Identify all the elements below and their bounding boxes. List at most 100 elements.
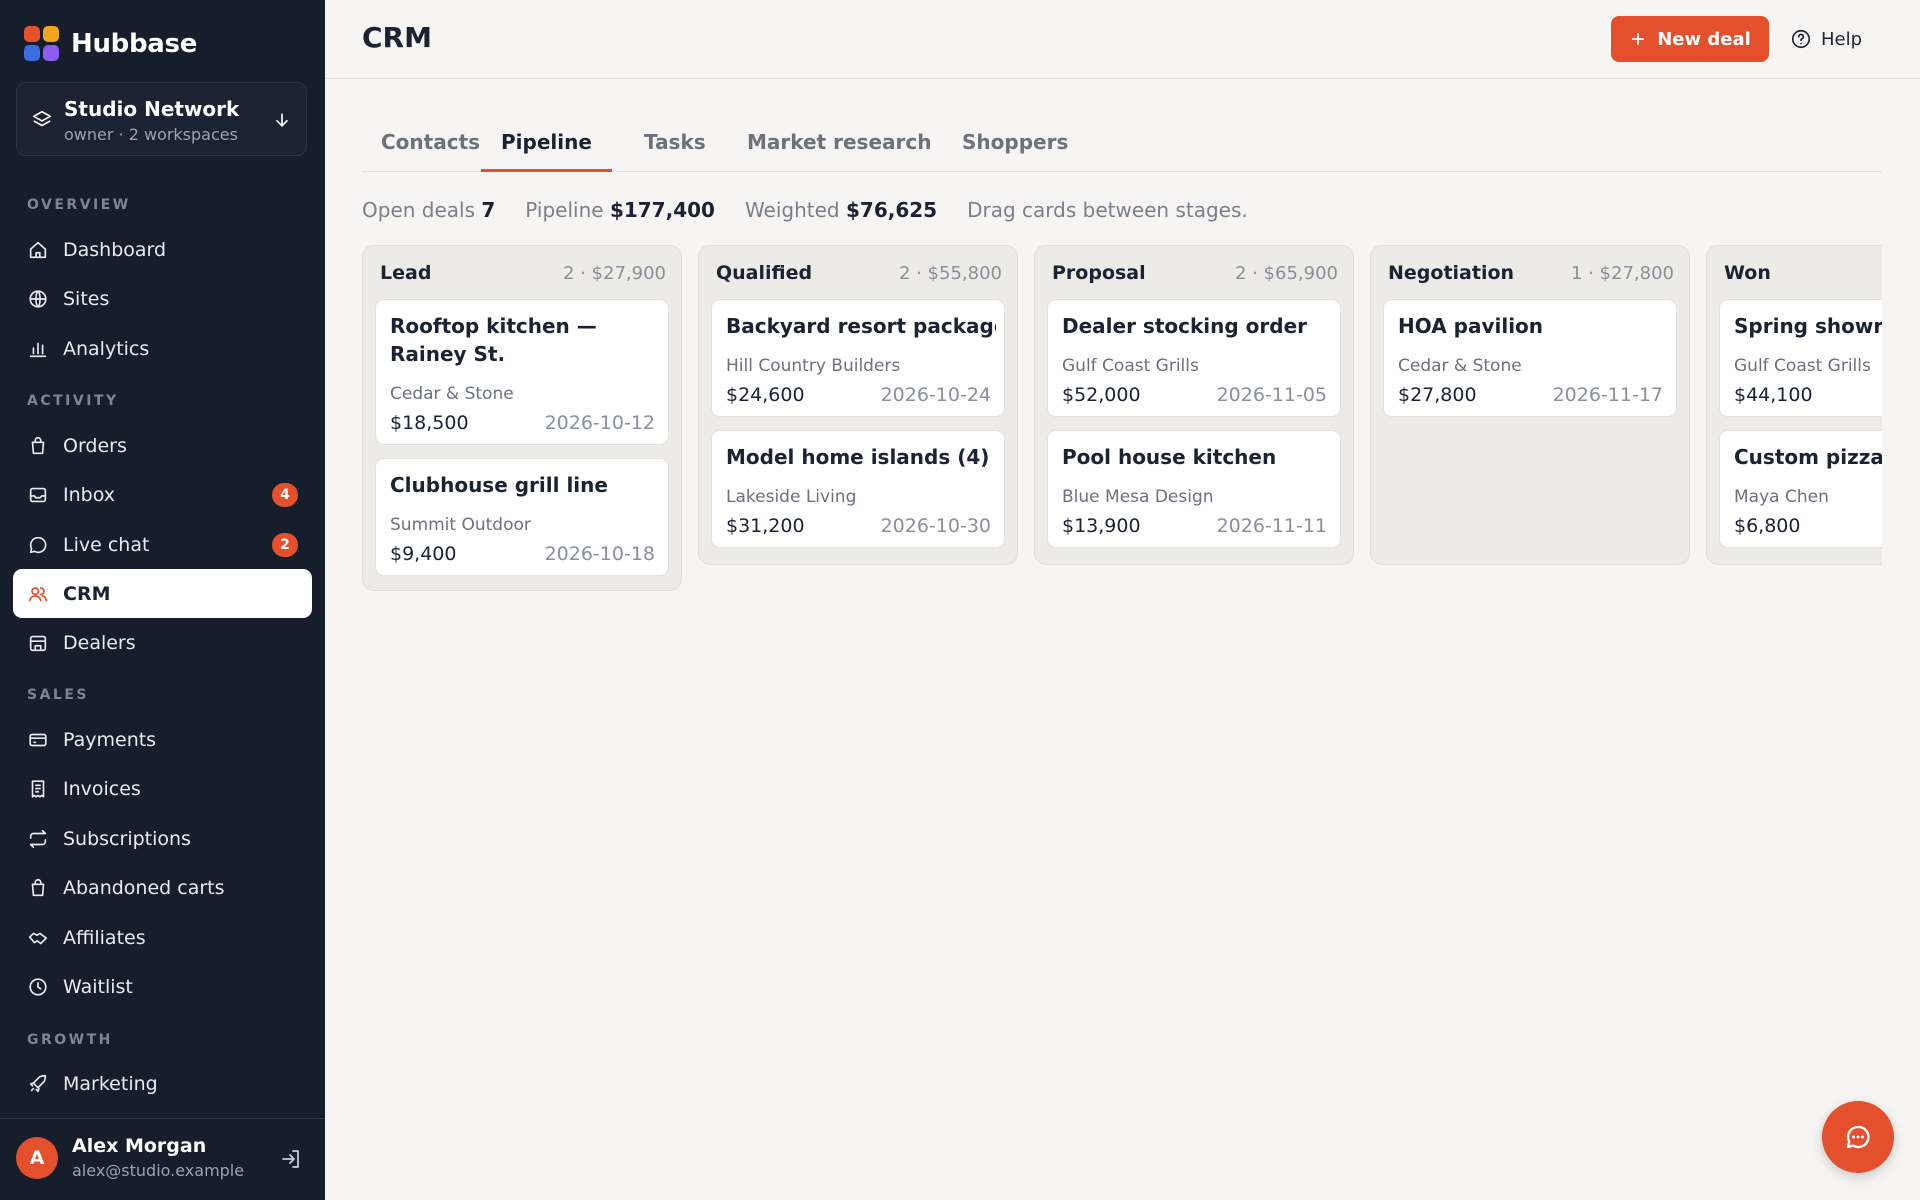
- clock-icon: [27, 976, 49, 998]
- stage-summary: 2 · $55,800: [898, 263, 1002, 284]
- deal-date: 2026-10-12: [544, 412, 655, 434]
- pipeline-value: $177,400: [609, 198, 715, 222]
- tab-tasks[interactable]: Tasks: [644, 118, 706, 172]
- nav-section-growth: GROWTH: [27, 1032, 113, 1048]
- deal-company: Cedar & Stone: [390, 384, 514, 404]
- shopping-bag-icon: [27, 877, 49, 899]
- brand-logo-icon: [24, 26, 59, 61]
- help-button[interactable]: Help: [1790, 24, 1862, 54]
- deal-company: Cedar & Stone: [1398, 356, 1522, 376]
- sidebar-item-label: Dashboard: [63, 238, 167, 261]
- deal-value: $18,500: [390, 412, 469, 434]
- sidebar-item-affiliates[interactable]: Affiliates: [13, 913, 312, 962]
- chat-bubble-icon: [1846, 1125, 1870, 1149]
- workspace-subtitle: owner · 2 workspaces: [64, 125, 238, 144]
- help-label: Help: [1821, 28, 1863, 50]
- sidebar-item-dealers[interactable]: Dealers: [13, 618, 312, 667]
- deal-value: $6,800: [1734, 515, 1801, 537]
- deal-title: Pool house kitchen: [1062, 445, 1277, 469]
- arrow-down-icon: [276, 113, 288, 128]
- deal-title: Backyard resort package: [726, 314, 996, 338]
- layers-icon: [32, 110, 52, 127]
- weighted-label: Weighted: [744, 198, 840, 222]
- sidebar-item-inbox[interactable]: Inbox 4: [13, 470, 312, 519]
- user-email: alex@studio.example: [72, 1161, 245, 1180]
- tab-pipeline[interactable]: Pipeline: [481, 118, 612, 172]
- avatar[interactable]: A: [16, 1137, 58, 1179]
- workspace-switcher[interactable]: Studio Network owner · 2 workspaces: [16, 82, 307, 156]
- tab-shoppers[interactable]: Shoppers: [962, 118, 1068, 172]
- new-deal-button[interactable]: New deal: [1611, 16, 1769, 62]
- deal-card[interactable]: Backyard resort package Hill Country Bui…: [711, 299, 1005, 417]
- workspace-name: Studio Network: [64, 97, 240, 121]
- stage-column-lead: Lead 2 · $27,900 Rooftop kitchen — Raine…: [362, 245, 682, 591]
- deal-title: Custom pizza s: [1734, 445, 1882, 469]
- sidebar-item-label: Sites: [63, 287, 110, 310]
- deal-card[interactable]: Pool house kitchen Blue Mesa Design $13,…: [1047, 430, 1341, 548]
- sidebar-item-label: CRM: [63, 582, 111, 605]
- open-deals-stat: Open deals 7: [362, 198, 495, 222]
- pipeline-total-stat: Pipeline $177,400: [525, 198, 715, 222]
- deal-title: Model home islands (4): [726, 445, 990, 469]
- sidebar-item-invoices[interactable]: Invoices: [13, 764, 312, 813]
- deal-card[interactable]: Clubhouse grill line Summit Outdoor $9,4…: [375, 458, 669, 576]
- nav-section-overview: OVERVIEW: [27, 197, 131, 213]
- deal-company: Lakeside Living: [726, 487, 857, 507]
- sidebar-item-orders[interactable]: Orders: [13, 421, 312, 470]
- deal-company: Summit Outdoor: [390, 515, 531, 535]
- sidebar-item-label: Waitlist: [63, 975, 133, 998]
- sidebar-item-label: Affiliates: [63, 926, 146, 949]
- deal-card[interactable]: Model home islands (4) Lakeside Living $…: [711, 430, 1005, 548]
- inbox-icon: [27, 484, 49, 506]
- brand[interactable]: Hubbase: [24, 26, 197, 61]
- sidebar-item-waitlist[interactable]: Waitlist: [13, 962, 312, 1011]
- deal-value: $52,000: [1062, 384, 1141, 406]
- user-name: Alex Morgan: [72, 1135, 207, 1157]
- chat-launcher-button[interactable]: [1822, 1101, 1894, 1173]
- sidebar-item-crm[interactable]: CRM: [13, 569, 312, 618]
- stage-name: Negotiation: [1388, 262, 1515, 284]
- weighted-value: $76,625: [846, 198, 938, 222]
- deal-company: Maya Chen: [1734, 487, 1829, 507]
- deal-date: 2026-11-05: [1216, 384, 1327, 406]
- page-title: CRM: [362, 21, 432, 54]
- logout-icon[interactable]: [279, 1147, 303, 1171]
- sidebar-item-dashboard[interactable]: Dashboard: [13, 225, 312, 274]
- inbox-count-badge: 4: [272, 483, 298, 507]
- deal-company: Hill Country Builders: [726, 356, 901, 376]
- globe-icon: [27, 288, 49, 310]
- tab-contacts[interactable]: Contacts: [381, 118, 480, 172]
- sidebar-item-sites[interactable]: Sites: [13, 274, 312, 323]
- stage-name: Proposal: [1052, 262, 1146, 284]
- sidebar-item-label: Marketing: [63, 1072, 158, 1095]
- stage-name: Qualified: [716, 262, 813, 284]
- deal-card[interactable]: Spring showroo Gulf Coast Grills $44,100: [1719, 299, 1882, 417]
- deal-card[interactable]: HOA pavilion Cedar & Stone $27,800 2026-…: [1383, 299, 1677, 417]
- open-deals-value: 7: [481, 198, 496, 222]
- sidebar-item-payments[interactable]: Payments: [13, 715, 312, 764]
- handshake-icon: [27, 927, 49, 949]
- live-chat-count-badge: 2: [272, 533, 298, 557]
- nav-section-sales: SALES: [27, 687, 89, 703]
- sidebar-item-abandoned-carts[interactable]: Abandoned carts: [13, 863, 312, 912]
- stage-name: Won: [1724, 262, 1771, 284]
- sidebar-item-live-chat[interactable]: Live chat 2: [13, 520, 312, 569]
- deal-card[interactable]: Dealer stocking order Gulf Coast Grills …: [1047, 299, 1341, 417]
- tab-market-research[interactable]: Market research: [747, 118, 931, 172]
- deal-value: $31,200: [726, 515, 805, 537]
- sidebar-item-analytics[interactable]: Analytics: [13, 324, 312, 373]
- deal-card[interactable]: Custom pizza s Maya Chen $6,800: [1719, 430, 1882, 548]
- stage-summary: 2 · $65,900: [1234, 263, 1338, 284]
- deal-title: Rooftop kitchen — Rainey St.: [390, 314, 597, 366]
- pipeline-board: Lead 2 · $27,900 Rooftop kitchen — Raine…: [362, 245, 1882, 605]
- sidebar-item-label: Dealers: [63, 631, 136, 654]
- bar-chart-icon: [27, 338, 49, 360]
- credit-card-icon: [27, 729, 49, 751]
- sidebar-item-subscriptions[interactable]: Subscriptions: [13, 814, 312, 863]
- weighted-stat: Weighted $76,625: [745, 198, 937, 222]
- stage-column-won: Won Spring showroo Gulf Coast Grills $44…: [1706, 245, 1882, 565]
- chat-bubble-icon: [27, 534, 49, 556]
- sidebar-item-marketing[interactable]: Marketing: [13, 1059, 312, 1108]
- pipeline-label: Pipeline: [525, 198, 604, 222]
- deal-card[interactable]: Rooftop kitchen — Rainey St. Cedar & Sto…: [375, 299, 669, 445]
